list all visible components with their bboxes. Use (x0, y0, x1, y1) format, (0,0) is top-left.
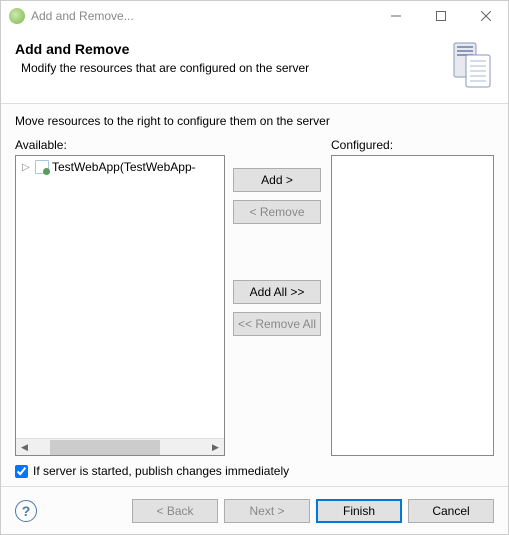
remove-all-button[interactable]: << Remove All (233, 312, 321, 336)
next-button[interactable]: Next > (224, 499, 310, 523)
minimize-button[interactable] (373, 1, 418, 31)
expand-icon[interactable]: ▷ (22, 162, 34, 173)
button-bar: ? < Back Next > Finish Cancel (1, 486, 508, 534)
server-icon (446, 41, 494, 89)
publish-checkbox[interactable] (15, 465, 28, 478)
scroll-thumb[interactable] (50, 440, 160, 455)
add-button[interactable]: Add > (233, 168, 321, 192)
page-subtitle: Modify the resources that are configured… (15, 61, 436, 75)
content-area: Move resources to the right to configure… (1, 104, 508, 486)
window-title: Add and Remove... (31, 9, 373, 23)
finish-button[interactable]: Finish (316, 499, 402, 523)
scroll-left-icon[interactable]: ◀ (16, 442, 33, 453)
available-list[interactable]: ▷ TestWebApp(TestWebApp- ◀ ▶ (15, 155, 225, 456)
webapp-icon (34, 159, 50, 175)
maximize-button[interactable] (418, 1, 463, 31)
back-button[interactable]: < Back (132, 499, 218, 523)
instruction-text: Move resources to the right to configure… (15, 114, 494, 128)
scroll-right-icon[interactable]: ▶ (207, 442, 224, 453)
cancel-button[interactable]: Cancel (408, 499, 494, 523)
header-banner: Add and Remove Modify the resources that… (1, 31, 508, 104)
app-icon (9, 8, 25, 24)
list-item[interactable]: ▷ TestWebApp(TestWebApp- (18, 158, 222, 176)
item-label: TestWebApp(TestWebApp- (52, 160, 196, 174)
configured-list[interactable] (331, 155, 494, 456)
window-controls (373, 1, 508, 31)
page-title: Add and Remove (15, 41, 436, 57)
publish-checkbox-row: If server is started, publish changes im… (15, 464, 494, 478)
add-all-button[interactable]: Add All >> (233, 280, 321, 304)
help-icon[interactable]: ? (15, 500, 37, 522)
publish-checkbox-label[interactable]: If server is started, publish changes im… (33, 464, 289, 478)
configured-label: Configured: (331, 138, 494, 152)
titlebar: Add and Remove... (1, 1, 508, 31)
horizontal-scrollbar[interactable]: ◀ ▶ (16, 438, 224, 455)
available-label: Available: (15, 138, 225, 152)
close-button[interactable] (463, 1, 508, 31)
remove-button[interactable]: < Remove (233, 200, 321, 224)
